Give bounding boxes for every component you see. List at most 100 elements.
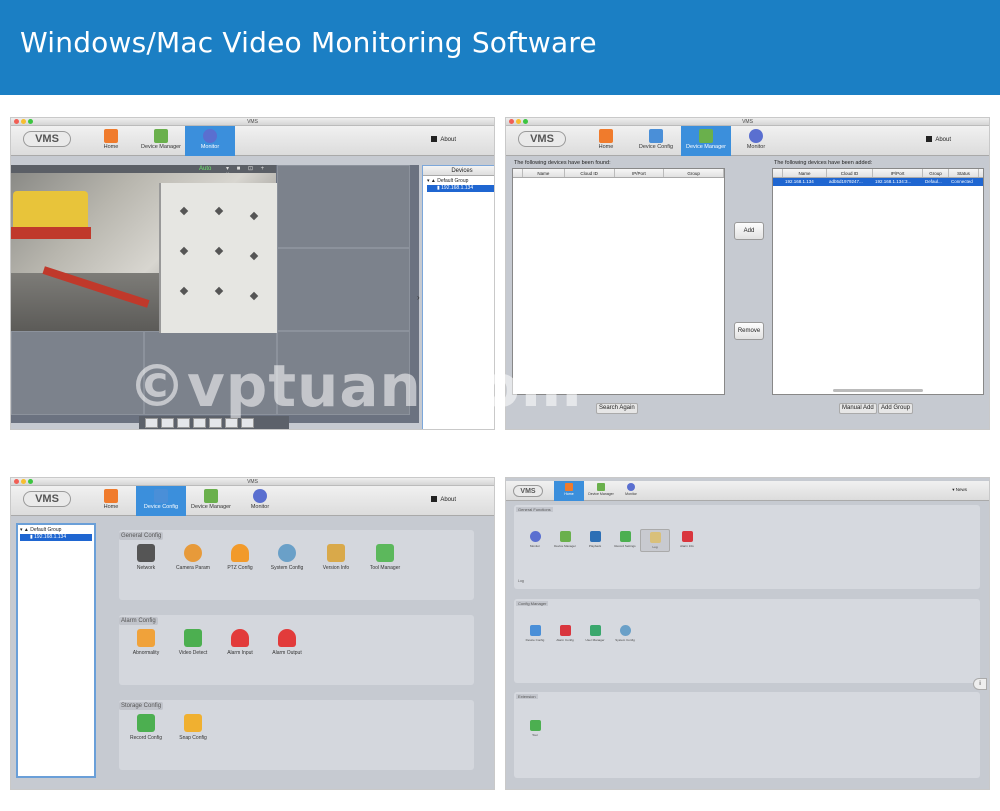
nav-home[interactable]: Home (86, 486, 136, 516)
tool-manager-item[interactable]: Tool Manager (358, 544, 412, 571)
manual-add-button[interactable]: Manual Add (839, 403, 877, 414)
tree-device[interactable]: ▮ 192.168.1.134 (427, 185, 494, 192)
nav-monitor[interactable]: Monitor (731, 126, 781, 156)
col-group[interactable]: Group (923, 169, 949, 177)
toolbar: VMS Home Device Manager Monitor About (11, 126, 494, 156)
config-manager-group: Config Manager Device Config Alarm Confi… (514, 599, 980, 683)
col-name[interactable]: Name (783, 169, 827, 177)
tree-device[interactable]: ▮ 192.168.1.134 (20, 534, 92, 541)
monitor-icon (749, 129, 763, 143)
home-window: VMS Home Device Manager Monitor ▾ News G… (505, 477, 990, 790)
about-button[interactable]: About (431, 136, 456, 143)
fn-record-settings[interactable]: Record Settings (610, 531, 640, 548)
fn-alarm-info[interactable]: Alarm Info (672, 531, 702, 548)
version-info-item[interactable]: Version Info (309, 544, 363, 571)
nav-monitor[interactable]: Monitor (235, 486, 285, 516)
home-icon (104, 129, 118, 143)
nav-monitor[interactable]: Monitor (616, 481, 646, 501)
playback-icon (589, 531, 601, 542)
added-table-header: Name Cloud ID IP/Port Group Status (773, 169, 983, 178)
remove-button[interactable]: Remove (734, 322, 764, 340)
vms-logo: VMS (513, 485, 543, 497)
device-config-icon (529, 625, 541, 636)
col-status[interactable]: Status (949, 169, 979, 177)
nav-monitor[interactable]: Monitor (185, 126, 235, 156)
nav-device-manager[interactable]: Device Manager (136, 126, 186, 156)
ext-tour[interactable]: Tour (520, 720, 550, 737)
record-config-item[interactable]: Record Config (119, 714, 173, 741)
camera-feed[interactable] (11, 173, 277, 333)
fn-playback[interactable]: Playback (580, 531, 610, 548)
col-group[interactable]: Group (664, 169, 724, 177)
video-detect-item[interactable]: Video Detect (166, 629, 220, 656)
general-config-group: General Config Network Camera Param PTZ … (119, 530, 474, 600)
alarm-config-group: Alarm Config Abnormality Video Detect Al… (119, 615, 474, 685)
news-button[interactable]: ▾ News (952, 487, 967, 493)
table-row[interactable]: 192.168.1.134 adb5d1979247... 192.168.1.… (773, 178, 983, 186)
cm-user-manager[interactable]: User Manager (580, 625, 610, 642)
cm-alarm-config[interactable]: Alarm Config (550, 625, 580, 642)
col-cloud-id[interactable]: Cloud ID (565, 169, 615, 177)
alarm-input-item[interactable]: Alarm Input (213, 629, 267, 656)
window-title: VMS (247, 479, 258, 485)
nav-device-config[interactable]: Device Config (136, 486, 186, 516)
toolbar: VMS Home Device Config Device Manager Mo… (11, 486, 494, 516)
col-name[interactable]: Name (523, 169, 565, 177)
nav-home[interactable]: Home (581, 126, 631, 156)
monitor-icon (529, 531, 541, 542)
fn-monitor[interactable]: Monitor (520, 531, 550, 548)
side-handle-icon[interactable]: i (973, 678, 987, 690)
nav-device-manager[interactable]: Device Manager (186, 486, 236, 516)
vms-logo: VMS (518, 131, 566, 147)
alarm-config-icon (559, 625, 571, 636)
system-config-item[interactable]: System Config (260, 544, 314, 571)
search-again-button[interactable]: Search Again (596, 403, 638, 414)
tree-group[interactable]: ▾ ▲ Default Group (427, 178, 494, 185)
snap-config-item[interactable]: Snap Config (166, 714, 220, 741)
select-all-checkbox[interactable] (513, 169, 523, 177)
fn-log[interactable]: Log (640, 529, 670, 552)
added-devices-table[interactable]: Name Cloud ID IP/Port Group Status 192.1… (772, 168, 984, 395)
group-title: Extension (516, 694, 538, 699)
select-all-checkbox[interactable] (773, 169, 783, 177)
alarm-input-icon (231, 629, 249, 647)
about-button[interactable]: About (926, 136, 951, 143)
toolbar: VMS Home Device Config Device Manager Mo… (506, 126, 989, 156)
gear-icon (619, 625, 631, 636)
col-ip-port[interactable]: IP/Port (873, 169, 923, 177)
video-cell[interactable] (277, 165, 410, 248)
video-cell[interactable] (277, 248, 410, 331)
nav-home[interactable]: Home (554, 481, 584, 501)
col-ip-port[interactable]: IP/Port (615, 169, 665, 177)
ptz-config-item[interactable]: PTZ Config (213, 544, 267, 571)
abnormality-item[interactable]: Abnormality (119, 629, 173, 656)
horizontal-scrollbar[interactable] (833, 389, 923, 392)
cm-system-config[interactable]: System Config (610, 625, 640, 642)
cell-cloud-id: adb5d1979247... (829, 179, 863, 184)
tree-group[interactable]: ▾ ▲ Default Group (20, 527, 92, 534)
network-icon (137, 544, 155, 562)
monitor-icon (253, 489, 267, 503)
col-cloud-id[interactable]: Cloud ID (827, 169, 873, 177)
title-bar: VMS (506, 118, 989, 126)
nav-device-manager[interactable]: Device Manager (586, 481, 616, 501)
collapse-arrow-icon[interactable]: › (417, 293, 420, 302)
fn-device-manager[interactable]: Device Manager (550, 531, 580, 548)
camera-param-item[interactable]: Camera Param (166, 544, 220, 571)
cell-status: Connected (951, 179, 973, 184)
nav-device-config[interactable]: Device Config (631, 126, 681, 156)
gear-icon (278, 544, 296, 562)
garage-door-image (159, 183, 277, 333)
network-item[interactable]: Network (119, 544, 173, 571)
add-button[interactable]: Add (734, 222, 764, 240)
device-tree: ▾ ▲ Default Group ▮ 192.168.1.134 (16, 523, 96, 778)
nav-home[interactable]: Home (86, 126, 136, 156)
about-button[interactable]: About (431, 496, 456, 503)
cell-group: Defaul... (925, 179, 942, 184)
alarm-output-item[interactable]: Alarm Output (260, 629, 314, 656)
add-group-button[interactable]: Add Group (878, 403, 914, 414)
video-cell[interactable] (11, 331, 144, 415)
cm-device-config[interactable]: Device Config (520, 625, 550, 642)
device-manager-icon (597, 483, 605, 491)
nav-device-manager[interactable]: Device Manager (681, 126, 731, 156)
